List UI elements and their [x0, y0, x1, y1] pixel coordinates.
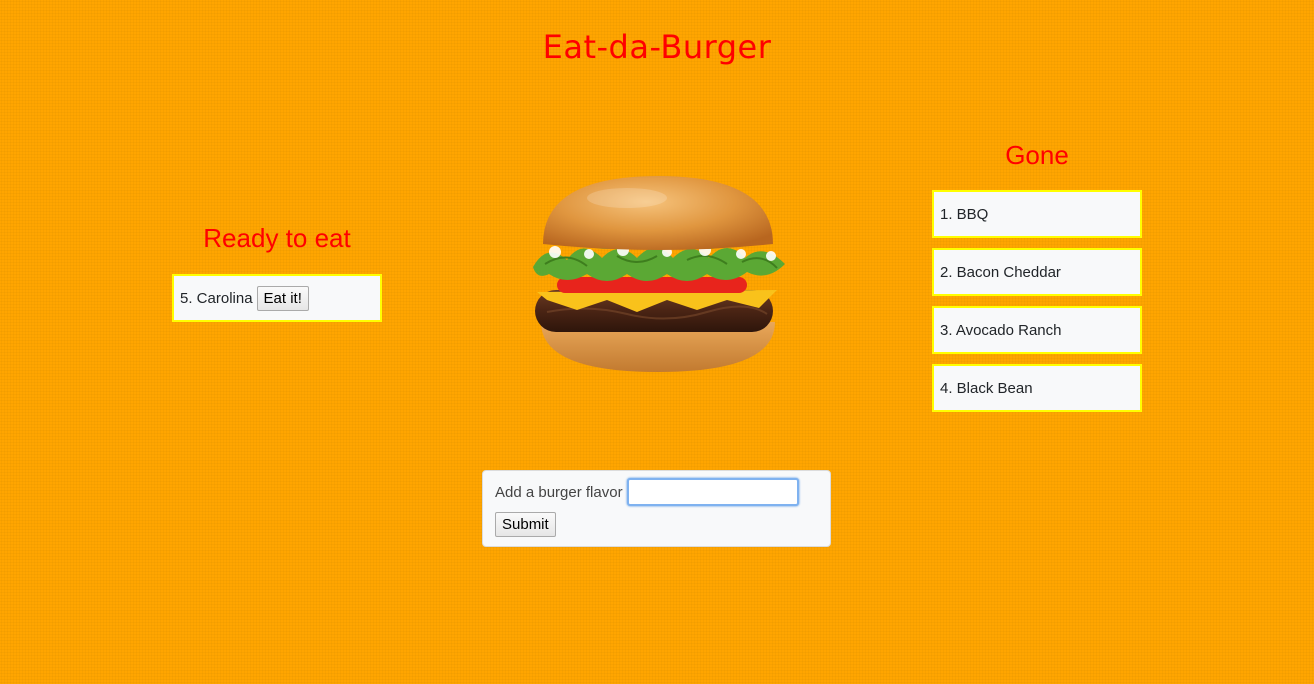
burger-image: [533, 176, 785, 372]
burger-flavor-label: Add a burger flavor: [495, 483, 623, 501]
burger-name: 4. Black Bean: [940, 379, 1033, 397]
submit-button[interactable]: Submit: [495, 512, 556, 537]
add-burger-form: Add a burger flavor Submit: [482, 470, 831, 547]
gone-burger-item: 2. Bacon Cheddar: [932, 248, 1142, 296]
gone-burger-item: 4. Black Bean: [932, 364, 1142, 412]
gone-burger-item: 3. Avocado Ranch: [932, 306, 1142, 354]
burger-name: 1. BBQ: [940, 205, 989, 223]
ready-to-eat-heading: Ready to eat: [203, 223, 351, 253]
burger-name: 5. Carolina: [180, 289, 253, 307]
gone-burger-item: 1. BBQ: [932, 190, 1142, 238]
page-title: Eat-da-Burger: [542, 28, 772, 66]
eat-it-button[interactable]: Eat it!: [256, 285, 309, 311]
gone-heading: Gone: [1005, 140, 1069, 170]
burger-flavor-input[interactable]: [626, 478, 799, 506]
burger-name: 2. Bacon Cheddar: [940, 263, 1061, 281]
ready-burger-item: 5. Carolina Eat it!: [172, 274, 382, 322]
burger-name: 3. Avocado Ranch: [940, 321, 1062, 339]
